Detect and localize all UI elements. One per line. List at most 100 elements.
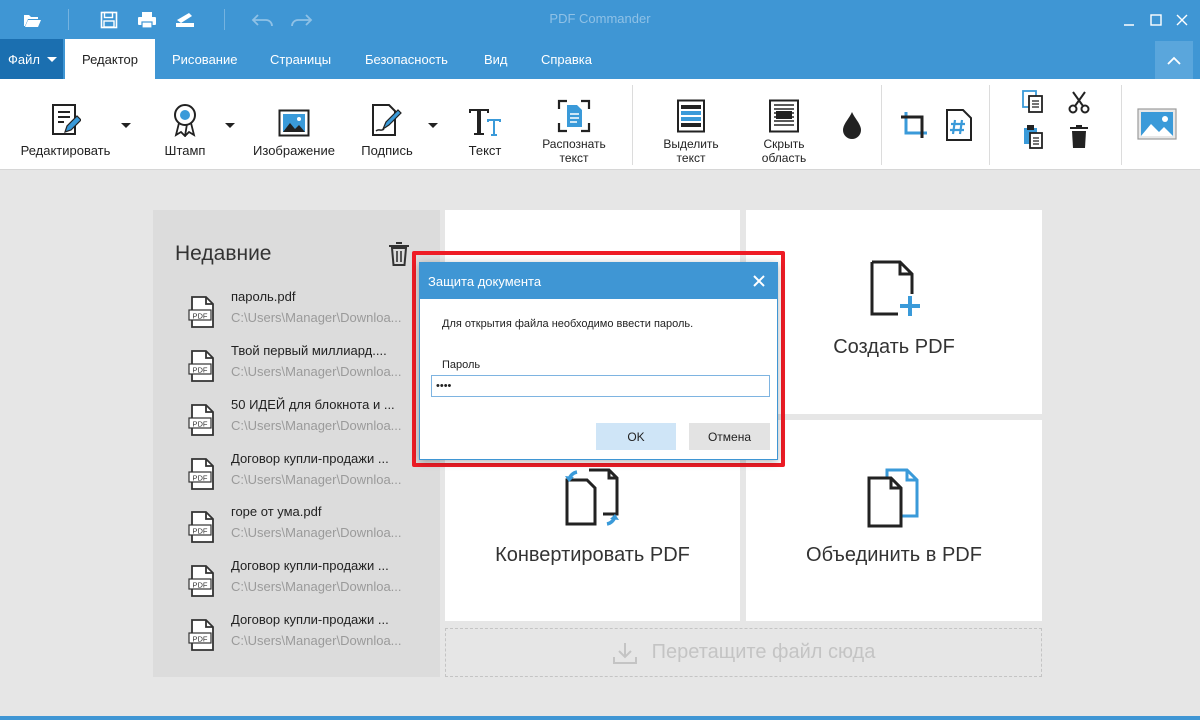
dialog-header: Защита документа — [420, 263, 777, 299]
dialog-message: Для открытия файла необходимо ввести пар… — [442, 318, 694, 330]
dialog-close-icon[interactable] — [749, 271, 769, 291]
sign-button[interactable]: Подпись — [357, 79, 417, 170]
hide-area-button[interactable]: Скрыть область — [750, 79, 818, 170]
ocr-button[interactable]: Распознать текст — [533, 79, 615, 170]
select-text-icon — [677, 99, 705, 133]
ok-button[interactable]: OK — [596, 423, 676, 450]
ribbon-separator — [881, 85, 882, 165]
open-folder-icon[interactable] — [14, 0, 50, 39]
undo-icon[interactable] — [245, 0, 281, 39]
stamp-dropdown-icon[interactable] — [225, 123, 235, 128]
ink-drop-icon[interactable] — [838, 109, 866, 141]
recent-file-item[interactable]: PDF пароль.pdf C:\Users\Manager\Downloa... — [183, 289, 408, 337]
tab-view[interactable]: Вид — [484, 39, 508, 79]
recent-file-name: Договор купли-продажи ... — [231, 558, 389, 573]
ribbon-separator — [989, 85, 990, 165]
tab-drawing[interactable]: Рисование — [172, 39, 237, 79]
collapse-ribbon-button[interactable] — [1155, 41, 1193, 79]
ribbon: Редактировать Штамп Изображение Подпись … — [0, 79, 1200, 170]
recent-file-path: C:\Users\Manager\Downloa... — [231, 633, 402, 648]
title-bar: PDF Commander — [0, 0, 1200, 39]
select-text-label-line1: Выделить — [663, 137, 719, 151]
maximize-icon[interactable] — [1144, 0, 1168, 39]
hide-area-label-line1: Скрыть — [763, 137, 805, 151]
file-menu-button[interactable]: Файл — [0, 39, 63, 79]
edit-button[interactable]: Редактировать — [12, 79, 119, 170]
stamp-label: Штамп — [164, 143, 206, 158]
merge-pdf-label: Объединить в PDF — [806, 544, 982, 566]
cut-icon[interactable] — [1064, 89, 1094, 115]
hide-area-icon — [769, 99, 799, 133]
signature-icon — [372, 104, 402, 136]
pdf-file-icon: PDF — [187, 618, 219, 657]
pdf-file-icon-text: PDF — [193, 474, 208, 483]
password-label: Пароль — [442, 359, 481, 371]
pdf-file-icon: PDF — [187, 349, 219, 388]
cancel-button[interactable]: Отмена — [689, 423, 770, 450]
delete-icon[interactable] — [1064, 123, 1094, 151]
select-text-button[interactable]: Выделить текст — [655, 79, 727, 170]
image-icon — [278, 109, 310, 137]
dialog-title: Защита документа — [428, 274, 542, 289]
recent-file-item[interactable]: PDF 50 ИДЕЙ для блокнота и ... C:\Users\Ma… — [183, 397, 408, 445]
save-icon[interactable] — [91, 0, 127, 39]
print-icon[interactable] — [129, 0, 165, 39]
crop-icon[interactable] — [898, 109, 930, 141]
pdf-file-icon-text: PDF — [193, 312, 208, 321]
text-button[interactable]: Текст — [460, 79, 510, 170]
scan-icon[interactable] — [167, 0, 203, 39]
recent-title: Недавние — [175, 242, 272, 265]
image-label: Изображение — [253, 143, 335, 158]
hide-area-label-line2: область — [761, 151, 807, 165]
bottom-accent-line — [0, 716, 1200, 720]
redo-icon[interactable] — [283, 0, 319, 39]
pdf-file-icon-text: PDF — [193, 527, 208, 536]
drop-zone[interactable]: Перетащите файл сюда — [445, 628, 1042, 677]
stamp-button[interactable]: Штамп — [157, 79, 213, 170]
trash-icon[interactable] — [387, 240, 411, 268]
convert-pdf-icon — [564, 468, 619, 526]
create-pdf-card[interactable]: Создать PDF — [746, 210, 1042, 414]
recent-file-path: C:\Users\Manager\Downloa... — [231, 472, 402, 487]
recent-file-item[interactable]: PDF Договор купли-продажи ... C:\Users\Man… — [183, 612, 408, 660]
tab-pages[interactable]: Страницы — [270, 39, 331, 79]
copy-icon[interactable] — [1018, 89, 1048, 115]
recent-file-name: пароль.pdf — [231, 289, 296, 304]
insert-image-icon[interactable] — [1136, 106, 1178, 142]
pdf-file-icon-text: PDF — [193, 581, 208, 590]
pdf-file-icon-text: PDF — [193, 420, 208, 429]
recent-file-path: C:\Users\Manager\Downloa... — [231, 579, 402, 594]
password-dialog: Защита документа Для открытия файла необ… — [419, 262, 778, 460]
text-label: Текст — [468, 143, 502, 158]
tab-security[interactable]: Безопасность — [365, 39, 448, 79]
close-icon[interactable] — [1170, 0, 1194, 39]
image-button[interactable]: Изображение — [250, 79, 338, 170]
minimize-icon[interactable] — [1117, 0, 1141, 39]
recent-file-item[interactable]: PDF Договор купли-продажи ... C:\Users\Man… — [183, 558, 408, 606]
recent-file-name: Договор купли-продажи ... — [231, 612, 389, 627]
convert-pdf-label: Конвертировать PDF — [495, 544, 690, 566]
sign-dropdown-icon[interactable] — [428, 123, 438, 128]
recent-file-path: C:\Users\Manager\Downloa... — [231, 418, 402, 433]
pdf-file-icon-text: PDF — [193, 635, 208, 644]
pdf-file-icon: PDF — [187, 510, 219, 549]
tab-help[interactable]: Справка — [541, 39, 592, 79]
pdf-file-icon: PDF — [187, 295, 219, 334]
stamp-icon — [174, 104, 196, 137]
ocr-icon — [557, 99, 591, 133]
recent-file-item[interactable]: PDF горе от ума.pdf C:\Users\Manager\Downl… — [183, 504, 408, 552]
page-number-icon[interactable] — [944, 108, 974, 142]
tab-editor[interactable]: Редактор — [65, 39, 155, 79]
recent-file-name: Договор купли-продажи ... — [231, 451, 389, 466]
edit-dropdown-icon[interactable] — [121, 123, 131, 128]
chevron-up-icon — [1167, 56, 1181, 65]
merge-pdf-card[interactable]: Объединить в PDF — [746, 420, 1042, 621]
create-pdf-icon — [870, 260, 920, 316]
password-field[interactable] — [431, 375, 770, 397]
recent-file-item[interactable]: PDF Договор купли-продажи ... C:\Users\Man… — [183, 451, 408, 499]
text-icon — [469, 109, 501, 136]
recent-file-path: C:\Users\Manager\Downloa... — [231, 310, 402, 325]
recent-file-item[interactable]: PDF Твой первый миллиард.... C:\Users\Mana… — [183, 343, 408, 391]
paste-icon[interactable] — [1018, 123, 1048, 151]
pdf-file-icon-text: PDF — [193, 366, 208, 375]
